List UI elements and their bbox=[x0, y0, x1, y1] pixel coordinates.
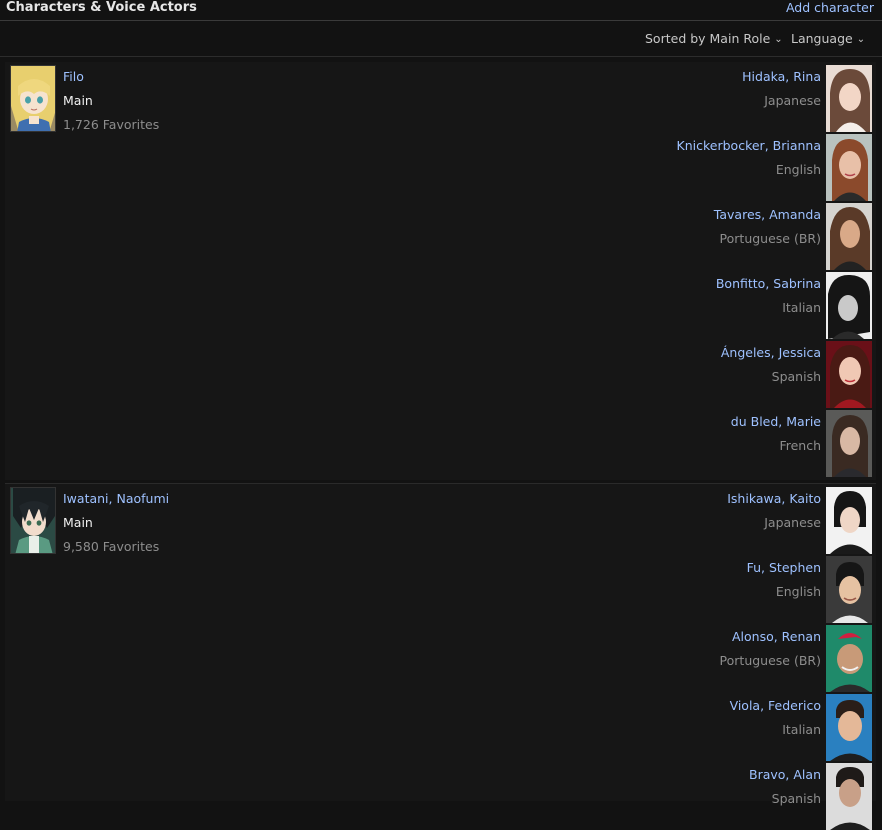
voice-actor-language: Portuguese (BR) bbox=[719, 653, 821, 668]
voice-actor-photo[interactable] bbox=[826, 203, 872, 270]
character-role: Main bbox=[63, 515, 93, 530]
voice-actor-language: Spanish bbox=[771, 791, 821, 806]
voice-actor-row: Hidaka, Rina Japanese bbox=[576, 62, 876, 132]
chevron-down-icon: ⌄ bbox=[774, 34, 783, 45]
character-favorites: 9,580 Favorites bbox=[63, 539, 160, 554]
voice-actor-row: Alonso, Renan Portuguese (BR) bbox=[576, 622, 876, 692]
sort-dropdown[interactable]: Sorted by Main Role ⌄ bbox=[645, 31, 783, 46]
add-character-link[interactable]: Add character bbox=[786, 0, 874, 15]
language-dropdown[interactable]: Language ⌄ bbox=[791, 31, 865, 46]
voice-actor-photo[interactable] bbox=[826, 134, 872, 201]
voice-actor-row: du Bled, Marie French bbox=[576, 407, 876, 477]
voice-actor-photo[interactable] bbox=[826, 65, 872, 132]
voice-actor-language: Italian bbox=[782, 300, 821, 315]
voice-actor-photo[interactable] bbox=[826, 556, 872, 623]
voice-actor-name[interactable]: Bonfitto, Sabrina bbox=[716, 276, 821, 291]
voice-actor-row: Fu, Stephen English bbox=[576, 553, 876, 623]
voice-actor-row: Viola, Federico Italian bbox=[576, 691, 876, 761]
character-name[interactable]: Filo bbox=[63, 69, 84, 84]
character-image-naofumi[interactable] bbox=[10, 487, 56, 554]
character-favorites: 1,726 Favorites bbox=[63, 117, 160, 132]
chevron-down-icon: ⌄ bbox=[856, 34, 866, 45]
section-title: Characters & Voice Actors bbox=[6, 0, 197, 15]
voice-actor-language: English bbox=[775, 584, 821, 599]
voice-actor-name[interactable]: Alonso, Renan bbox=[732, 629, 821, 644]
voice-actor-language: Portuguese (BR) bbox=[719, 231, 821, 246]
voice-actor-language: Spanish bbox=[771, 369, 821, 384]
voice-actor-name[interactable]: Viola, Federico bbox=[730, 698, 821, 713]
character-entry: Filo Main 1,726 Favorites Hidaka, Rina J… bbox=[5, 62, 876, 480]
voice-actor-name[interactable]: Bravo, Alan bbox=[749, 767, 821, 782]
list-controls: Sorted by Main Role ⌄ Language ⌄ bbox=[0, 21, 882, 57]
character-image-filo[interactable] bbox=[10, 65, 56, 132]
voice-actor-photo[interactable] bbox=[826, 763, 872, 830]
voice-actor-name[interactable]: Fu, Stephen bbox=[747, 560, 821, 575]
voice-actor-name[interactable]: Ishikawa, Kaito bbox=[727, 491, 821, 506]
voice-actor-language: English bbox=[775, 162, 821, 177]
voice-actor-row: Knickerbocker, Brianna English bbox=[576, 131, 876, 201]
voice-actor-row: Bonfitto, Sabrina Italian bbox=[576, 269, 876, 339]
character-role: Main bbox=[63, 93, 93, 108]
voice-actor-name[interactable]: Knickerbocker, Brianna bbox=[677, 138, 821, 153]
voice-actor-photo[interactable] bbox=[826, 625, 872, 692]
section-header: Characters & Voice Actors Add character bbox=[0, 0, 882, 21]
voice-actor-language: Japanese bbox=[764, 515, 821, 530]
voice-actor-name[interactable]: du Bled, Marie bbox=[731, 414, 821, 429]
voice-actor-photo[interactable] bbox=[826, 272, 872, 339]
voice-actor-photo[interactable] bbox=[826, 410, 872, 477]
voice-actor-row: Ángeles, Jessica Spanish bbox=[576, 338, 876, 408]
voice-actor-row: Tavares, Amanda Portuguese (BR) bbox=[576, 200, 876, 270]
voice-actor-photo[interactable] bbox=[826, 487, 872, 554]
voice-actor-language: Italian bbox=[782, 722, 821, 737]
voice-actor-photo[interactable] bbox=[826, 694, 872, 761]
voice-actor-row: Bravo, Alan Spanish bbox=[576, 760, 876, 830]
voice-actor-row: Ishikawa, Kaito Japanese bbox=[576, 484, 876, 554]
voice-actor-language: French bbox=[779, 438, 821, 453]
voice-actor-name[interactable]: Ángeles, Jessica bbox=[721, 345, 821, 360]
voice-actor-language: Japanese bbox=[764, 93, 821, 108]
voice-actor-name[interactable]: Hidaka, Rina bbox=[742, 69, 821, 84]
character-entry: Iwatani, Naofumi Main 9,580 Favorites Is… bbox=[5, 483, 876, 830]
sort-label: Sorted by Main Role bbox=[645, 31, 771, 46]
language-label: Language bbox=[791, 31, 853, 46]
voice-actor-name[interactable]: Tavares, Amanda bbox=[714, 207, 821, 222]
voice-actor-photo[interactable] bbox=[826, 341, 872, 408]
character-name[interactable]: Iwatani, Naofumi bbox=[63, 491, 169, 506]
